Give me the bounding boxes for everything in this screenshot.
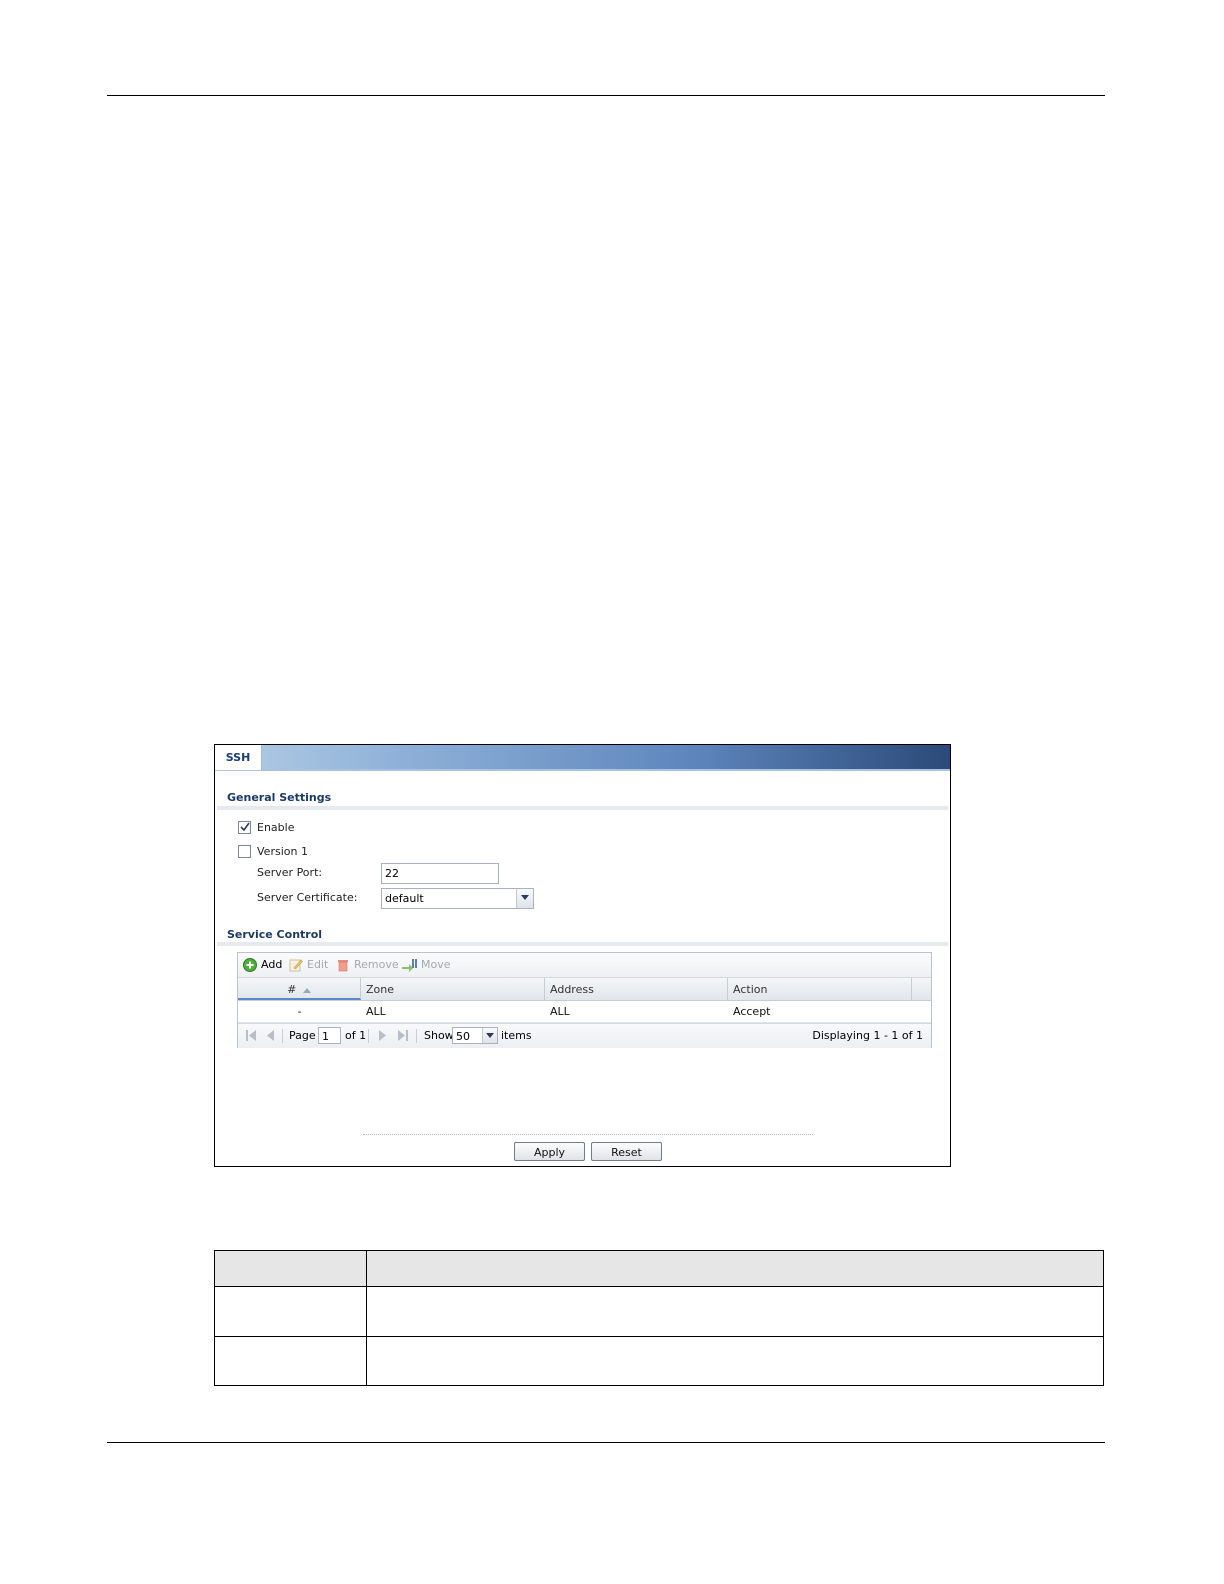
tab-ssh[interactable]: SSH — [215, 745, 262, 770]
column-header-zone[interactable]: Zone — [361, 978, 545, 1000]
row-action: Accept — [733, 1005, 771, 1018]
items-label: items — [501, 1029, 532, 1042]
header-rule — [107, 95, 1105, 96]
description-table-header — [215, 1251, 1103, 1287]
server-certificate-value: default — [385, 892, 424, 905]
page-size-select[interactable]: 50 — [452, 1027, 498, 1044]
remove-button[interactable]: Remove — [336, 957, 399, 973]
table-row[interactable]: - ALL ALL Accept — [238, 1001, 931, 1023]
server-certificate-label: Server Certificate: — [257, 891, 358, 904]
last-page-icon[interactable] — [398, 1030, 408, 1041]
show-label: Show — [424, 1029, 454, 1042]
reset-button[interactable]: Reset — [591, 1142, 662, 1161]
chevron-down-icon[interactable] — [482, 1028, 497, 1043]
chevron-down-icon[interactable] — [516, 889, 533, 908]
service-control-title: Service Control — [227, 928, 323, 941]
page-number-input[interactable]: 1 — [318, 1027, 341, 1044]
server-certificate-select[interactable]: default — [381, 888, 534, 909]
edit-label: Edit — [307, 958, 329, 971]
ssh-window: SSH General Settings Enable Version 1 Se… — [214, 744, 951, 1167]
row-zone: ALL — [366, 1005, 386, 1018]
section-divider — [217, 942, 948, 946]
service-control-grid: Add Edit Remove Move # Zone Address Acti… — [237, 952, 932, 1048]
column-header-number[interactable]: # — [238, 978, 361, 1000]
next-page-icon[interactable] — [379, 1030, 387, 1041]
section-divider — [217, 806, 948, 810]
edit-button[interactable]: Edit — [289, 957, 331, 973]
grid-toolbar: Add Edit Remove Move — [238, 953, 931, 978]
sort-ascending-icon — [302, 988, 311, 993]
first-page-icon[interactable] — [246, 1030, 256, 1041]
move-icon — [402, 959, 417, 972]
move-button[interactable]: Move — [401, 957, 451, 973]
checkmark-icon — [240, 822, 250, 832]
edit-icon — [289, 959, 303, 972]
row-address: ALL — [550, 1005, 570, 1018]
add-label: Add — [261, 958, 283, 971]
button-divider — [363, 1134, 813, 1135]
server-port-input[interactable]: 22 — [381, 863, 499, 884]
enable-label: Enable — [257, 821, 295, 834]
previous-page-icon[interactable] — [266, 1030, 274, 1041]
server-port-label: Server Port: — [257, 866, 323, 879]
footer-rule — [107, 1442, 1105, 1443]
description-table — [214, 1250, 1104, 1386]
grid-pager: Page 1 of 1 Show 50 items Displaying 1 -… — [238, 1023, 931, 1048]
table-column-divider — [366, 1251, 367, 1385]
remove-label: Remove — [354, 958, 399, 971]
trash-icon — [338, 960, 348, 972]
page-of-label: of 1 — [345, 1029, 367, 1042]
move-label: Move — [421, 958, 451, 971]
version1-checkbox[interactable] — [238, 845, 251, 858]
general-settings-title: General Settings — [227, 791, 332, 804]
enable-checkbox[interactable] — [238, 821, 251, 834]
add-button[interactable]: Add — [243, 957, 285, 973]
apply-button[interactable]: Apply — [514, 1142, 585, 1161]
add-icon — [243, 958, 257, 972]
page-label: Page — [289, 1029, 316, 1042]
column-header-action[interactable]: Action — [728, 978, 912, 1000]
page-size-value: 50 — [456, 1030, 470, 1043]
window-title-bar — [215, 745, 950, 769]
displaying-status: Displaying 1 - 1 of 1 — [812, 1029, 923, 1042]
column-header-address[interactable]: Address — [545, 978, 728, 1000]
version1-label: Version 1 — [257, 845, 308, 858]
grid-header: # Zone Address Action — [238, 978, 931, 1001]
row-number: - — [297, 1005, 302, 1018]
table-row-divider — [215, 1336, 1103, 1337]
